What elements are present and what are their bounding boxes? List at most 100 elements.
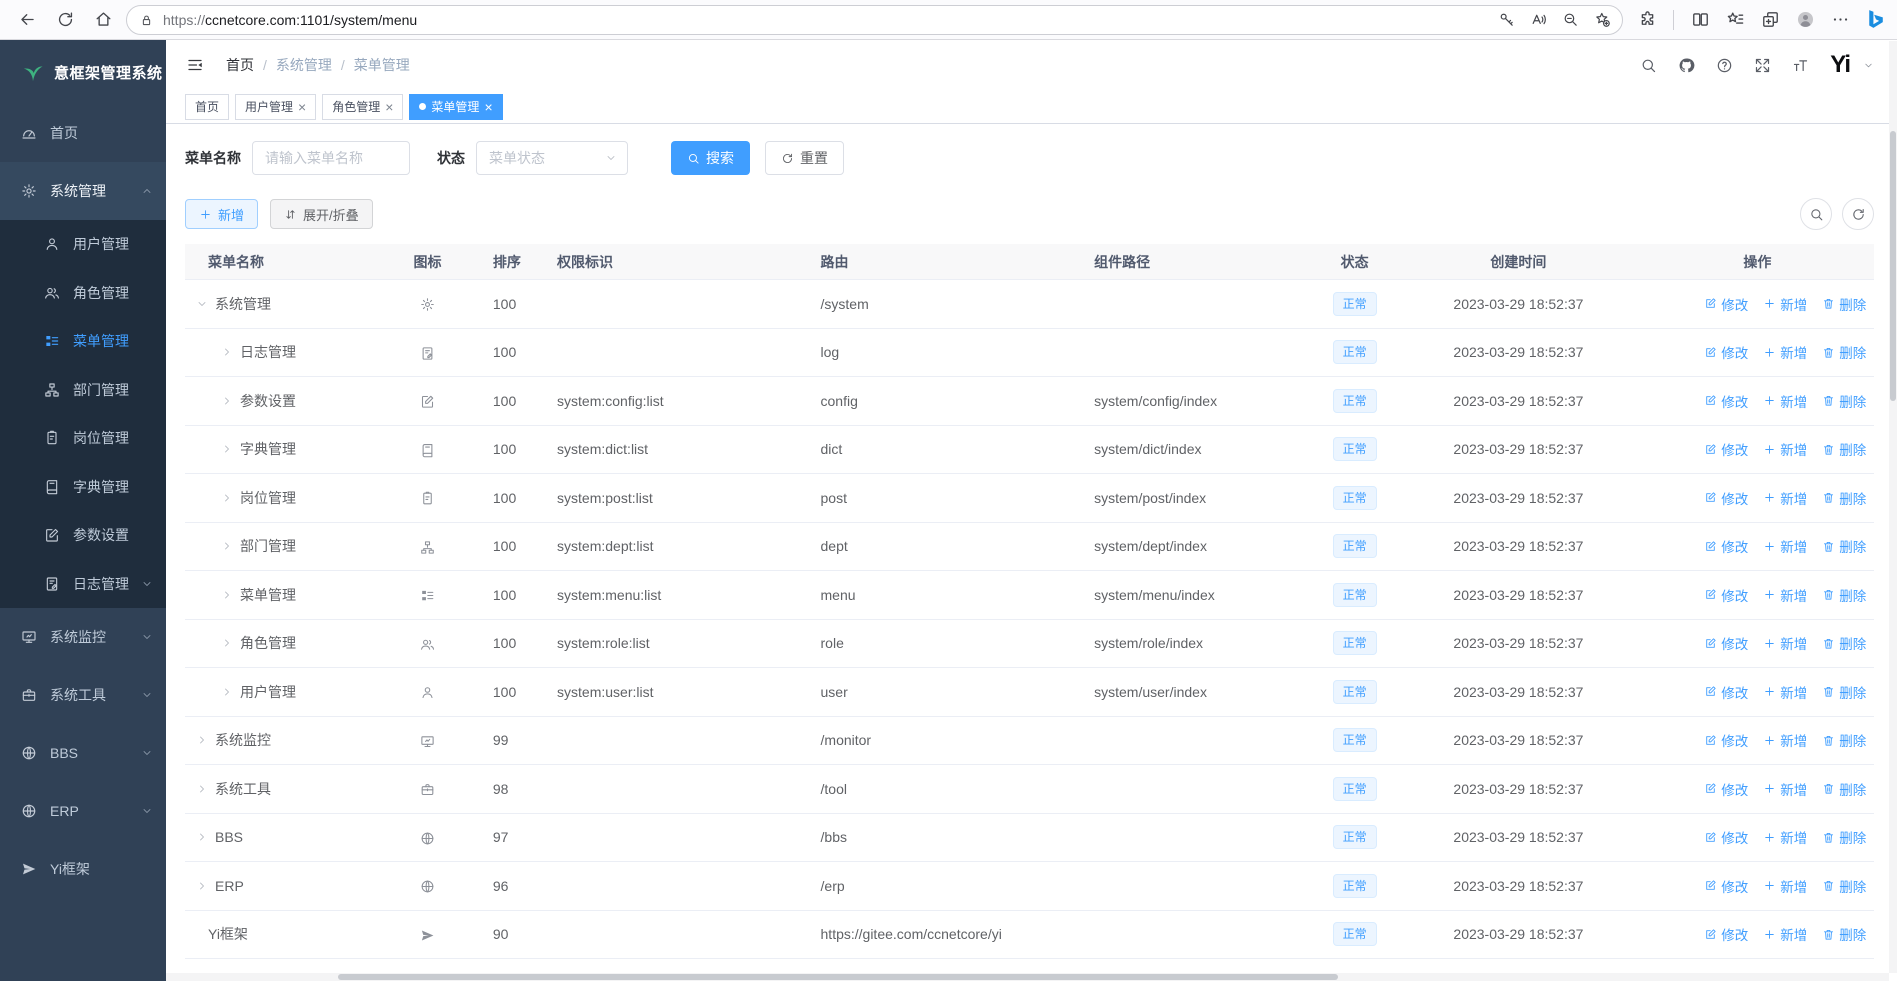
fontsize-button[interactable] bbox=[1792, 57, 1809, 74]
sidebar-item[interactable]: 系统管理 bbox=[0, 162, 166, 220]
edit-link[interactable]: 修改 bbox=[1704, 488, 1748, 508]
chevron-right-icon[interactable] bbox=[221, 589, 233, 601]
breadcrumb-item[interactable]: 系统管理 bbox=[276, 57, 332, 73]
add-link[interactable]: 新增 bbox=[1763, 342, 1807, 362]
delete-link[interactable]: 删除 bbox=[1822, 876, 1866, 896]
add-link[interactable]: 新增 bbox=[1763, 391, 1807, 411]
sidebar-item[interactable]: 字典管理 bbox=[0, 463, 166, 512]
delete-link[interactable]: 删除 bbox=[1822, 779, 1866, 799]
sidebar-item[interactable]: 用户管理 bbox=[0, 220, 166, 269]
add-link[interactable]: 新增 bbox=[1763, 779, 1807, 799]
status-select[interactable]: 菜单状态 bbox=[476, 141, 628, 175]
chevron-down-icon[interactable] bbox=[196, 298, 208, 310]
add-link[interactable]: 新增 bbox=[1763, 876, 1807, 896]
close-tab-icon[interactable]: × bbox=[484, 100, 492, 114]
chevron-right-icon[interactable] bbox=[221, 686, 233, 698]
chevron-right-icon[interactable] bbox=[221, 443, 233, 455]
app-logo[interactable]: 意框架管理系统 bbox=[0, 40, 166, 104]
add-link[interactable]: 新增 bbox=[1763, 294, 1807, 314]
sidebar-item[interactable]: 参数设置 bbox=[0, 511, 166, 560]
github-button[interactable] bbox=[1678, 57, 1695, 74]
delete-link[interactable]: 删除 bbox=[1822, 585, 1866, 605]
delete-link[interactable]: 删除 bbox=[1822, 488, 1866, 508]
chevron-right-icon[interactable] bbox=[221, 346, 233, 358]
sidebar-item[interactable]: 日志管理 bbox=[0, 560, 166, 609]
edit-link[interactable]: 修改 bbox=[1704, 779, 1748, 799]
delete-link[interactable]: 删除 bbox=[1822, 391, 1866, 411]
edit-link[interactable]: 修改 bbox=[1704, 730, 1748, 750]
chevron-right-icon[interactable] bbox=[196, 783, 208, 795]
delete-link[interactable]: 删除 bbox=[1822, 924, 1866, 944]
address-bar[interactable]: https://ccnetcore.com:1101/system/menu bbox=[126, 4, 1623, 35]
delete-link[interactable]: 删除 bbox=[1822, 827, 1866, 847]
chevron-right-icon[interactable] bbox=[221, 637, 233, 649]
avatar-button[interactable] bbox=[1791, 6, 1819, 34]
edit-link[interactable]: 修改 bbox=[1704, 391, 1748, 411]
user-avatar-logo[interactable]: Yi bbox=[1830, 51, 1851, 79]
add-link[interactable]: 新增 bbox=[1763, 827, 1807, 847]
fullscreen-button[interactable] bbox=[1754, 57, 1771, 74]
scrollbar-thumb[interactable] bbox=[338, 974, 1338, 980]
split-view-button[interactable] bbox=[1686, 6, 1714, 34]
delete-link[interactable]: 删除 bbox=[1822, 633, 1866, 653]
sidebar-item[interactable]: 部门管理 bbox=[0, 366, 166, 415]
sidebar-item[interactable]: ERP bbox=[0, 782, 166, 840]
chevron-right-icon[interactable] bbox=[196, 734, 208, 746]
chevron-right-icon[interactable] bbox=[221, 492, 233, 504]
arrow-left-button[interactable] bbox=[13, 6, 41, 34]
search-button[interactable] bbox=[1640, 57, 1657, 74]
expand-collapse-button[interactable]: 展开/折叠 bbox=[270, 199, 373, 229]
delete-link[interactable]: 删除 bbox=[1822, 439, 1866, 459]
tab[interactable]: 用户管理 × bbox=[235, 93, 317, 120]
chevron-right-icon[interactable] bbox=[221, 395, 233, 407]
delete-link[interactable]: 删除 bbox=[1822, 730, 1866, 750]
extensions-button[interactable] bbox=[1633, 6, 1661, 34]
read-aloud-button[interactable] bbox=[1524, 6, 1552, 34]
tab[interactable]: 角色管理 × bbox=[322, 93, 404, 120]
dots-button[interactable] bbox=[1826, 6, 1854, 34]
add-button[interactable]: 新增 bbox=[185, 199, 259, 229]
horizontal-scrollbar[interactable] bbox=[166, 973, 1889, 981]
edit-link[interactable]: 修改 bbox=[1704, 536, 1748, 556]
delete-link[interactable]: 删除 bbox=[1822, 294, 1866, 314]
edit-link[interactable]: 修改 bbox=[1704, 585, 1748, 605]
edit-link[interactable]: 修改 bbox=[1704, 439, 1748, 459]
search-button[interactable]: 搜索 bbox=[671, 141, 750, 175]
favorites-button[interactable] bbox=[1721, 6, 1749, 34]
delete-link[interactable]: 删除 bbox=[1822, 682, 1866, 702]
table-refresh-button[interactable] bbox=[1842, 198, 1874, 230]
edit-link[interactable]: 修改 bbox=[1704, 294, 1748, 314]
table-search-button[interactable] bbox=[1800, 198, 1832, 230]
sidebar-toggle-button[interactable] bbox=[181, 51, 209, 79]
edit-link[interactable]: 修改 bbox=[1704, 682, 1748, 702]
add-link[interactable]: 新增 bbox=[1763, 633, 1807, 653]
zoom-out-button[interactable] bbox=[1556, 6, 1584, 34]
sidebar-item[interactable]: 系统工具 bbox=[0, 666, 166, 724]
menu-name-input[interactable] bbox=[252, 141, 410, 175]
star-plus-button[interactable] bbox=[1588, 6, 1616, 34]
sidebar-item[interactable]: 首页 bbox=[0, 104, 166, 162]
sidebar-item[interactable]: Yi框架 bbox=[0, 840, 166, 898]
key-button[interactable] bbox=[1492, 6, 1520, 34]
reset-button[interactable]: 重置 bbox=[765, 141, 844, 175]
refresh-button[interactable] bbox=[51, 6, 79, 34]
edit-link[interactable]: 修改 bbox=[1704, 827, 1748, 847]
edit-link[interactable]: 修改 bbox=[1704, 342, 1748, 362]
chevron-right-icon[interactable] bbox=[196, 880, 208, 892]
sidebar-item[interactable]: 角色管理 bbox=[0, 269, 166, 318]
edit-link[interactable]: 修改 bbox=[1704, 924, 1748, 944]
tab[interactable]: 菜单管理 × bbox=[409, 93, 503, 120]
add-link[interactable]: 新增 bbox=[1763, 682, 1807, 702]
chevron-right-icon[interactable] bbox=[196, 831, 208, 843]
add-link[interactable]: 新增 bbox=[1763, 585, 1807, 605]
add-link[interactable]: 新增 bbox=[1763, 439, 1807, 459]
add-link[interactable]: 新增 bbox=[1763, 924, 1807, 944]
breadcrumb-item[interactable]: 首页 bbox=[226, 57, 254, 73]
collections-button[interactable] bbox=[1756, 6, 1784, 34]
chevron-right-icon[interactable] bbox=[221, 540, 233, 552]
add-link[interactable]: 新增 bbox=[1763, 488, 1807, 508]
scrollbar-thumb[interactable] bbox=[1890, 131, 1896, 401]
question-button[interactable] bbox=[1716, 57, 1733, 74]
sidebar-item[interactable]: 系统监控 bbox=[0, 608, 166, 666]
edit-link[interactable]: 修改 bbox=[1704, 876, 1748, 896]
